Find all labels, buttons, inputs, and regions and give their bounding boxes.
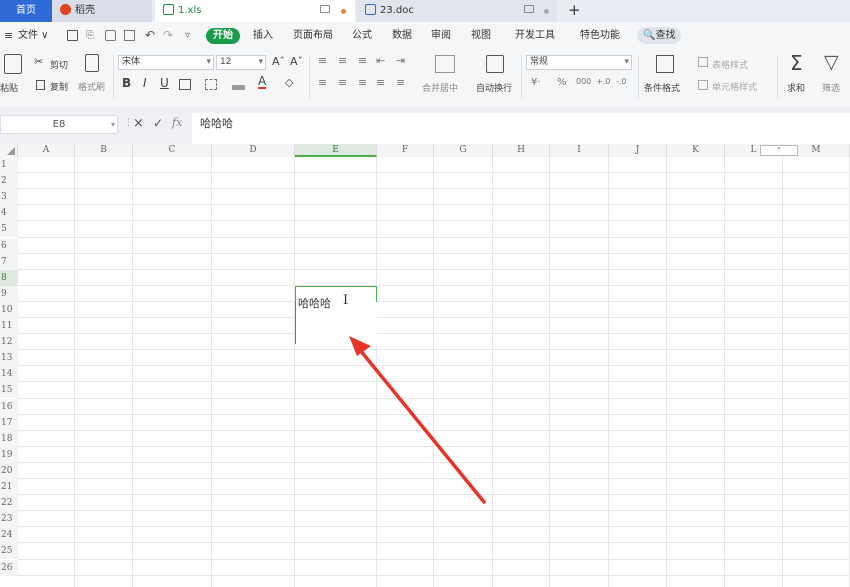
arrow-head — [349, 336, 371, 356]
arrow-shaft — [358, 348, 486, 504]
annotation-arrow — [349, 336, 486, 504]
